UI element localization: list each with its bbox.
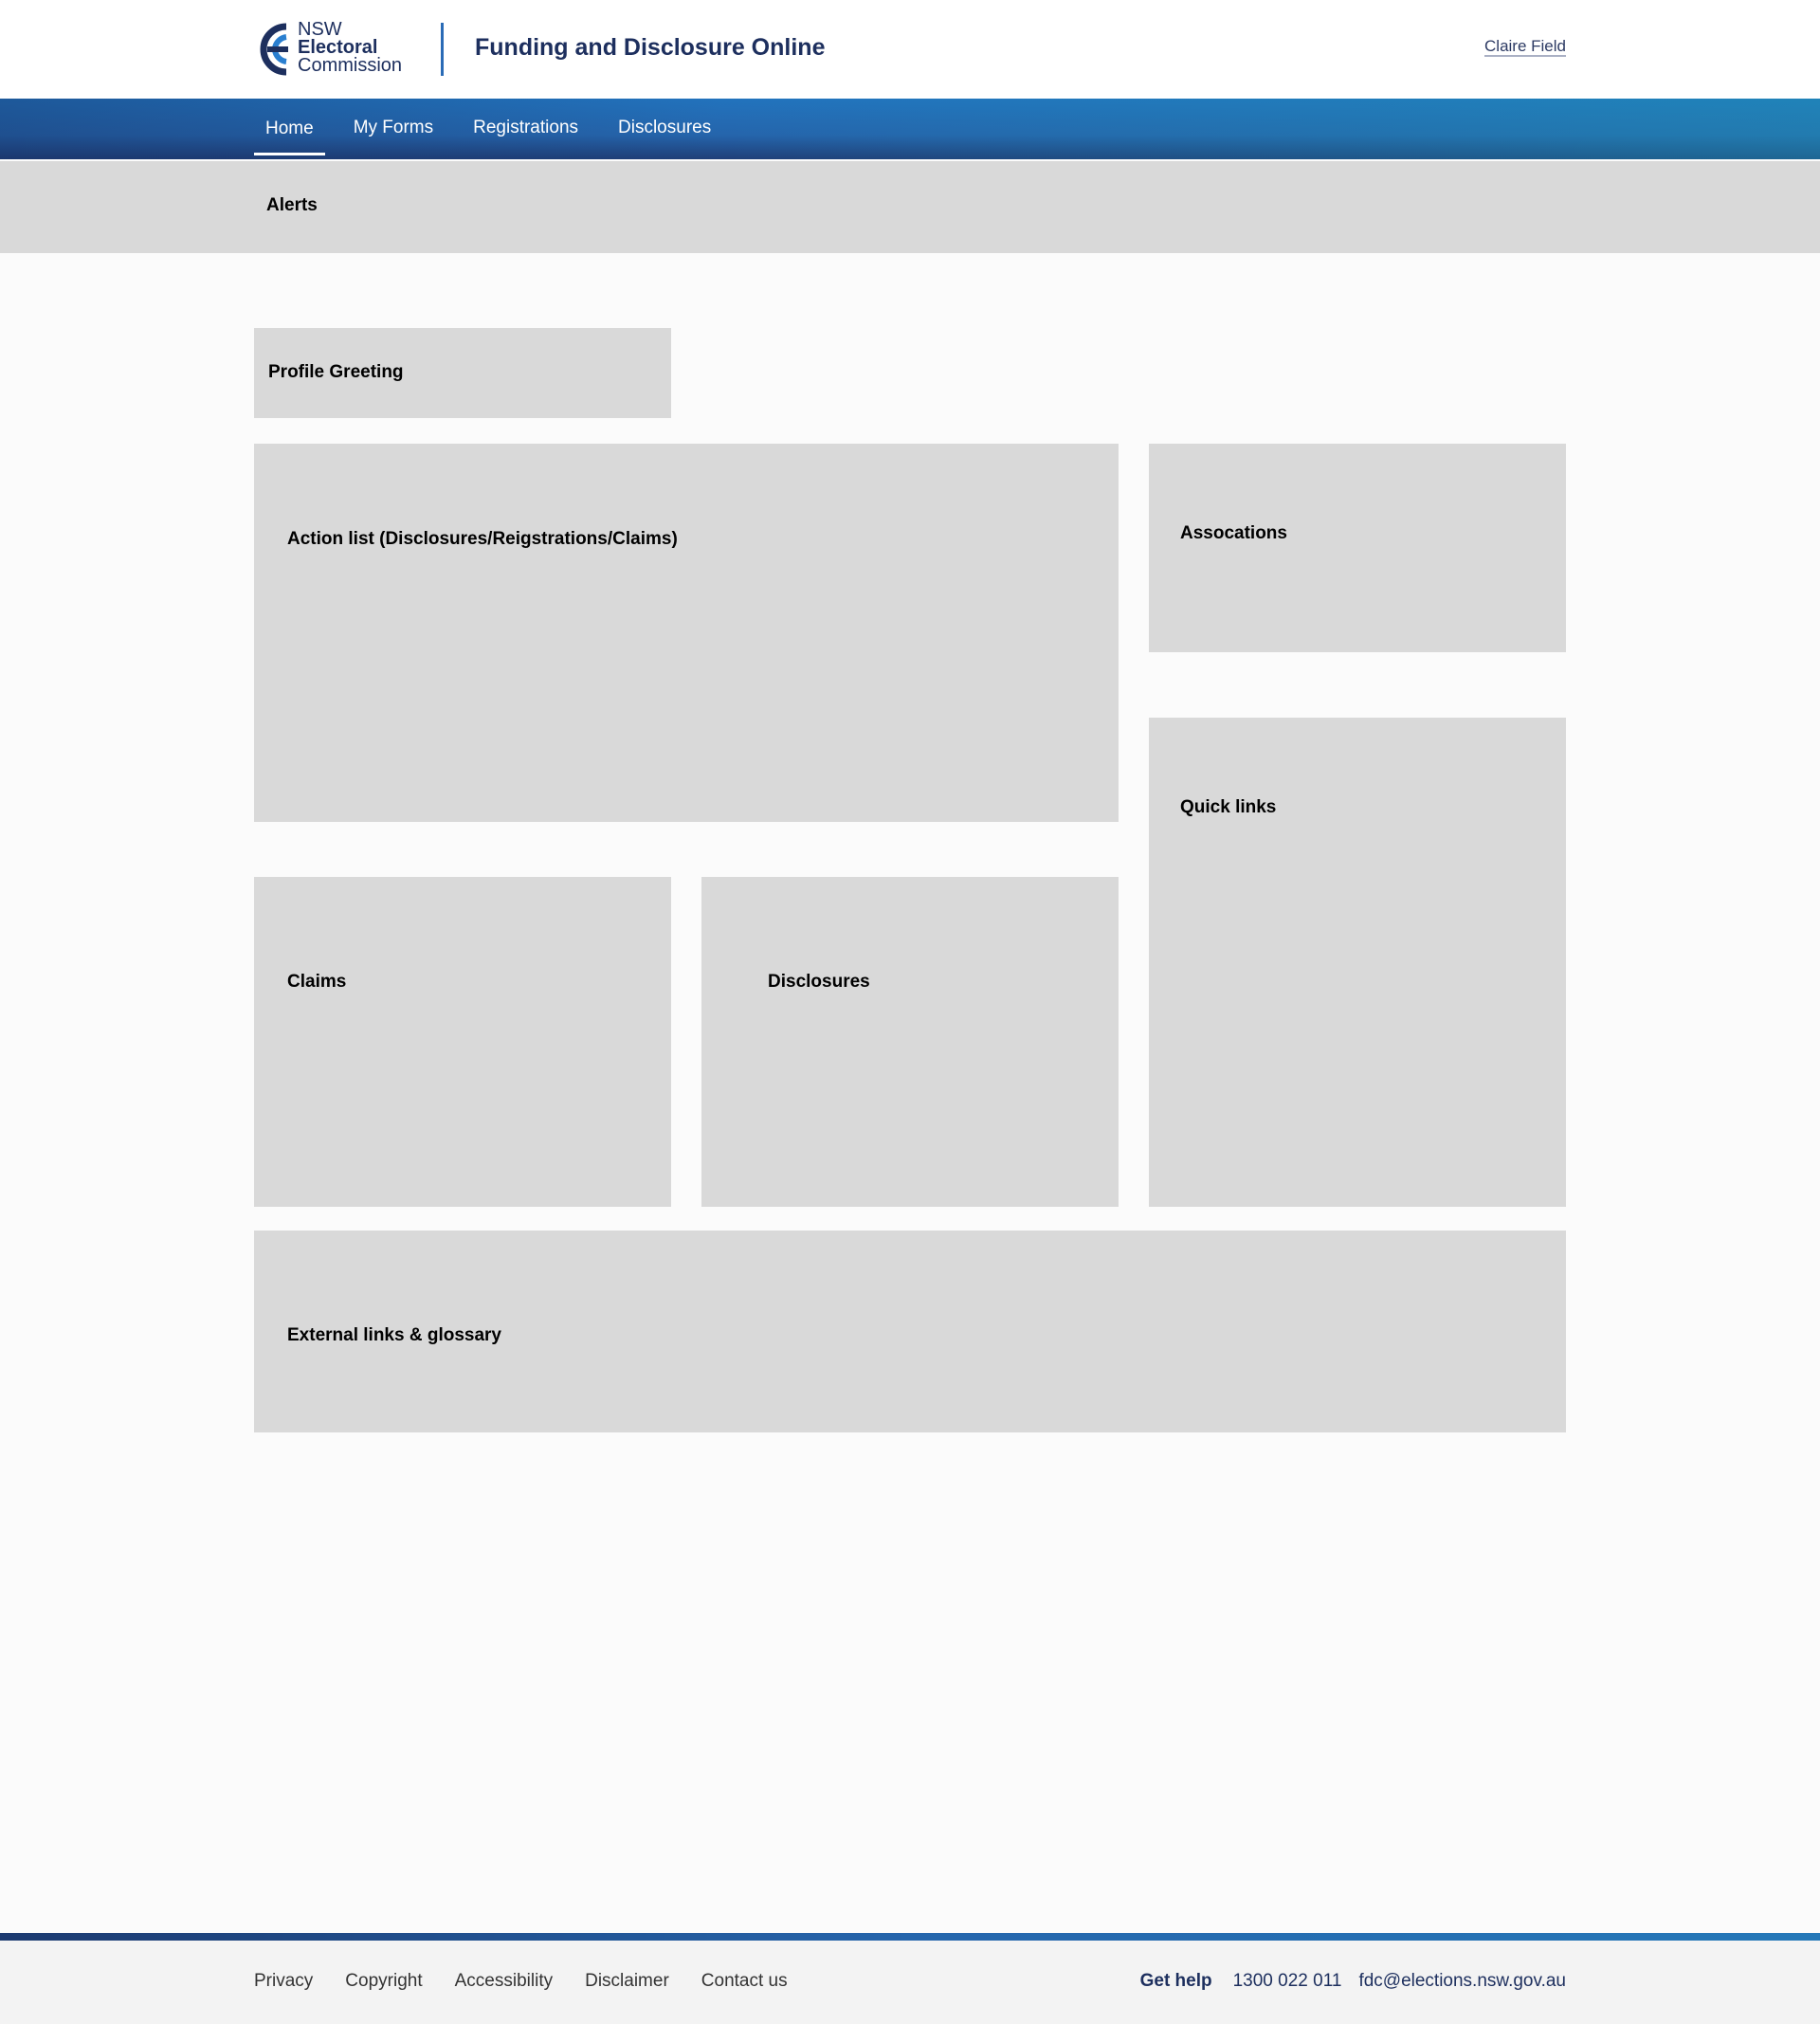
logo-line-commission: Commission xyxy=(298,55,403,76)
nav-item-my-forms[interactable]: My Forms xyxy=(342,99,445,159)
nsw-electoral-commission-logo-icon xyxy=(260,23,288,76)
main-nav: Home My Forms Registrations Disclosures xyxy=(0,99,1820,159)
footer-link-accessibility[interactable]: Accessibility xyxy=(455,1971,553,1992)
nav-item-registrations[interactable]: Registrations xyxy=(462,99,590,159)
quick-links-title: Quick links xyxy=(1180,797,1277,817)
help-phone[interactable]: 1300 022 011 xyxy=(1233,1971,1342,1992)
logo-text: NSW Electoral Commission xyxy=(298,20,403,76)
action-list-title: Action list (Disclosures/Reigstrations/C… xyxy=(287,529,678,549)
action-list-panel: Action list (Disclosures/Reigstrations/C… xyxy=(254,444,1119,822)
quick-links-panel: Quick links xyxy=(1149,718,1566,1207)
claims-panel: Claims xyxy=(254,877,671,1207)
alerts-title: Alerts xyxy=(266,195,318,215)
claims-title: Claims xyxy=(287,972,347,992)
associations-panel: Assocations xyxy=(1149,444,1566,652)
logo[interactable]: NSW Electoral Commission xyxy=(254,20,408,78)
help-contact: Get help 1300 022 011 fdc@elections.nsw.… xyxy=(1140,1971,1566,1992)
external-links-title: External links & glossary xyxy=(287,1325,501,1345)
associations-title: Assocations xyxy=(1180,523,1287,543)
footer-link-privacy[interactable]: Privacy xyxy=(254,1971,313,1992)
user-profile-link[interactable]: Claire Field xyxy=(1484,38,1566,57)
footer-accent-bar xyxy=(0,1933,1820,1941)
disclosures-title: Disclosures xyxy=(768,972,870,992)
help-email[interactable]: fdc@elections.nsw.gov.au xyxy=(1358,1971,1566,1992)
site-header: NSW Electoral Commission Funding and Dis… xyxy=(0,0,1820,99)
disclosures-panel: Disclosures xyxy=(701,877,1119,1207)
nav-item-disclosures[interactable]: Disclosures xyxy=(607,99,722,159)
nav-item-home[interactable]: Home xyxy=(254,100,325,159)
app-title: Funding and Disclosure Online xyxy=(475,34,826,61)
alerts-banner: Alerts xyxy=(0,161,1820,253)
footer-link-copyright[interactable]: Copyright xyxy=(345,1971,422,1992)
get-help-label: Get help xyxy=(1139,1971,1212,1991)
site-footer: Privacy Copyright Accessibility Disclaim… xyxy=(0,1941,1820,2024)
header-divider xyxy=(441,23,444,76)
profile-greeting-title: Profile Greeting xyxy=(268,362,404,382)
footer-link-disclaimer[interactable]: Disclaimer xyxy=(585,1971,669,1992)
external-links-panel: External links & glossary xyxy=(254,1231,1566,1432)
footer-link-contact-us[interactable]: Contact us xyxy=(701,1971,788,1992)
profile-greeting-panel: Profile Greeting xyxy=(254,328,671,418)
